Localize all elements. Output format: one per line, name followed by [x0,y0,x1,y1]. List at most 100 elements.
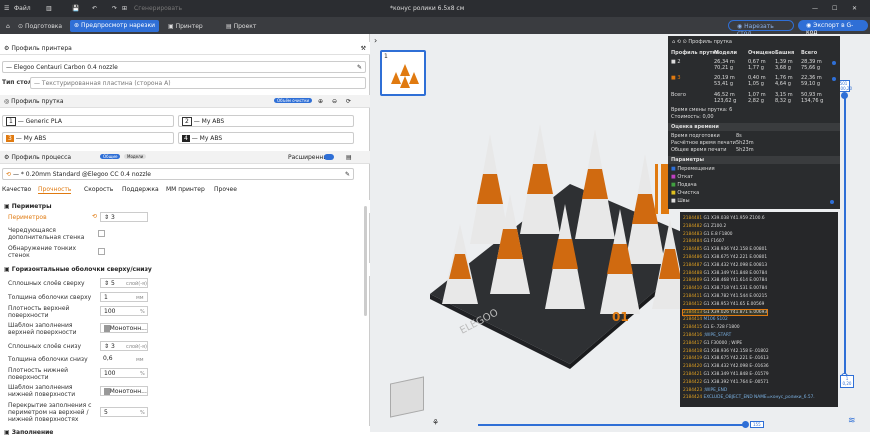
gcode-line: 2184486 G1 X38.675 Y42.221 E.00801 [683,255,767,260]
panel-scrollbar[interactable] [364,206,367,316]
tab-strength[interactable]: Прочность [38,186,72,194]
generate-label: Сгенерировать [134,5,183,12]
compare-icon[interactable]: ▤ [346,154,352,161]
mode-models-toggle[interactable]: Модели [124,154,147,159]
mode-general-toggle[interactable]: Общие [100,154,121,159]
tab-support[interactable]: Поддержка [122,186,159,193]
gcode-line-number: 2184487 [683,262,704,268]
gcode-line-text: G1 X38.432 Y42.098 E.00813 [703,262,768,268]
tab-prepare[interactable]: ⊙ Подготовка [14,21,66,32]
filament-slot-3[interactable]: 3 — My ABS [2,132,174,144]
tab-printer[interactable]: ▣ Принтер [164,21,207,32]
printer-select[interactable]: — Elegoo Centauri Carbon 0.4 nozzle ✎ [2,61,366,73]
process-tabs: Качество Прочность Скорость Поддержка ММ… [2,186,362,198]
gcode-line-number: 2184482 [683,223,704,229]
process-icon: ⚙ [4,154,10,161]
gcode-line: 2184484 G1 F1607 [683,239,724,244]
gcode-line-number: 2184423 [683,387,704,393]
export-gcode-button[interactable]: ◉ Экспорт в G-код [798,20,868,36]
row3-total: 22,36 m 59,10 g [801,75,822,87]
gcode-line-text: G1 X38.349 Y41.848 E.00784 [703,270,768,276]
top-pattern-select[interactable]: ▥Монотонн... [100,323,148,333]
row3-id: ■ 3 [671,75,681,81]
redo-icon[interactable]: ↷ [112,5,117,12]
file-menu[interactable]: Файл [14,5,31,12]
row2-purged: 0,67 m 1,77 g [748,59,766,71]
param-travel[interactable]: ■ Перемещения [671,166,715,172]
remove-icon[interactable]: ⊖ [332,98,337,105]
alternate-wall-checkbox[interactable] [98,230,105,237]
purge-volume-badge[interactable]: Объём очистки [274,98,313,103]
thin-walls-checkbox[interactable] [98,248,105,255]
gcode-line-number: 2184484 [683,239,704,245]
row3-visible-toggle[interactable] [832,77,836,81]
bed-type-select[interactable]: — Текстурированная пластина (сторона А) [30,77,366,89]
row2-visible-toggle[interactable] [832,61,836,65]
grid-icon[interactable]: ⊞ [122,5,127,12]
slice-button[interactable]: ◉ Нарезать стол [728,20,794,37]
layers-icon[interactable]: ≋ [848,416,856,426]
filament-slot-2[interactable]: 2 — My ABS [178,115,354,127]
row2-total: 28,39 m 75,66 g [801,59,822,71]
total-tower: 3,15 m 8,32 g [775,92,793,104]
gcode-line-text: G1 X38.675 Y42.221 E.00801 [703,255,768,260]
app-menu-icon[interactable]: ☰ [4,5,9,12]
param-wipe[interactable]: ■ Очистка [671,190,699,196]
param-seams[interactable]: ■ Швы [671,198,690,204]
layout-icon[interactable]: ▥ [46,5,52,12]
tab-other[interactable]: Прочее [214,186,237,193]
layer-top-handle[interactable] [841,92,848,99]
window-title: *конус ролики 6.5x8 см [390,5,465,12]
filament-slot-1[interactable]: 1 — Generic PLA [2,115,174,127]
gcode-line-number: 2184414 [683,317,704,323]
collapse-panel-icon[interactable]: › [374,36,377,45]
param-unretract[interactable]: ■ Подача [671,182,697,188]
total-models: 46,52 m 123,62 g [714,92,737,104]
param-retract[interactable]: ■ Откат [671,174,693,180]
tab-preview[interactable]: ⊛ Предпросмотр нарезки [70,20,160,32]
process-preset-select[interactable]: ⟲ — * 0.20mm Standard @Elegoo CC 0.4 noz… [2,168,354,180]
sync-icon[interactable]: ⟳ [346,98,351,105]
tab-project[interactable]: ▤ Проект [222,21,260,32]
filament-slot-4[interactable]: 4 — My ABS [178,132,354,144]
bottom-pattern-select[interactable]: ▥Монотонн... [100,386,148,396]
tab-mm-printer[interactable]: ММ принтер [166,186,205,193]
close-icon[interactable]: ✕ [852,5,857,12]
slice-stats-panel: ⌂ ⟲ ⊙ Профиль прутка Профиль прутка Моде… [668,36,840,209]
printer-section-header: ⚙ Профиль принтера ⚒ [0,42,370,55]
gcode-line-text: G1 X38.953 Y41.65 E.00569 [703,301,765,307]
undo-icon[interactable]: ↶ [92,5,97,12]
layer-slider-track[interactable] [844,94,846,378]
alternate-wall-label: Чередующаяся дополнительная стенка [8,227,85,241]
gcode-line-number: 2184489 [683,278,704,284]
total-total: 50,93 m 134,76 g [801,92,824,104]
advanced-toggle[interactable] [324,154,334,160]
calc-time-label: Расчётное время печати [671,140,736,146]
gizmo-icon[interactable]: ⚘ [432,418,439,427]
minimize-icon[interactable]: — [812,5,818,12]
settings-panel: ⚙ Профиль принтера ⚒ — Elegoo Centauri C… [0,34,370,439]
filament-swaps: Время смены прутка: 6 [671,107,733,113]
gcode-line-text: G1 X38.782 Y41.544 E.00215 [703,294,768,299]
bottom-pattern-label: Шаблон заполнения нижней поверхности [8,384,76,398]
view-cube[interactable] [390,376,424,418]
settings-icon[interactable]: ⚒ [361,45,366,52]
save-icon[interactable]: 💾 [72,5,79,12]
tab-quality[interactable]: Качество [2,186,31,193]
filament-section-header: ◎ Профиль прутка Объём очистки ⊕ ⊖ ⟳ [0,95,370,108]
plate-thumbnail[interactable]: 1 [380,50,426,96]
seams-toggle[interactable] [830,200,834,204]
gcode-line: 2184412 G1 X38.953 Y41.65 E.00569 [683,302,764,307]
perimeters-input[interactable]: ⇕ 3 [100,212,148,222]
add-icon[interactable]: ⊕ [318,98,323,105]
home-icon[interactable]: ⌂ [2,21,14,32]
gcode-line-number: 2184413 [683,309,704,315]
gcode-line-text: G1 X39.038 Y41.959 Z100.6 [703,216,765,221]
maximize-icon[interactable]: ☐ [832,5,837,12]
reset-icon[interactable]: ⟲ [92,213,97,220]
tab-speed[interactable]: Скорость [84,186,113,193]
move-slider-handle[interactable] [742,421,749,428]
col-total: Всего [801,50,818,56]
move-slider-track[interactable] [478,424,748,426]
gcode-line-text: G1 F1607 [703,239,725,245]
